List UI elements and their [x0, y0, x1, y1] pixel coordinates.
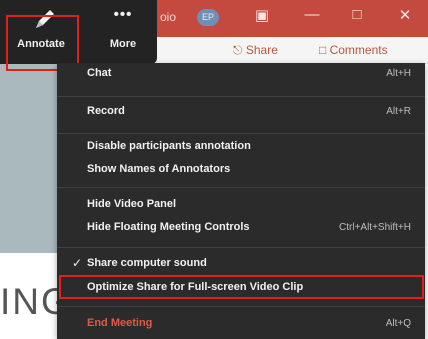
share-button[interactable]: ⎋ Share — [233, 43, 278, 58]
menu-item-shortcut: Alt+Q — [385, 318, 411, 329]
menu-item-disable-annotation[interactable]: Disable participants annotation — [57, 136, 425, 159]
menu-divider — [57, 187, 425, 188]
more-button[interactable]: ••• More — [86, 0, 160, 64]
menu-item-label: Hide Floating Meeting Controls — [87, 221, 250, 233]
more-dots-icon: ••• — [113, 6, 133, 23]
menu-divider — [57, 133, 425, 134]
more-label: More — [109, 38, 137, 50]
menu-item-record[interactable]: Record Alt+R — [57, 101, 425, 124]
menu-item-label: Chat — [87, 67, 112, 79]
user-badge: EP — [197, 9, 219, 26]
close-icon[interactable]: ✕ — [393, 6, 417, 24]
menu-item-label: End Meeting — [87, 317, 153, 329]
maximize-icon[interactable]: □ — [345, 6, 369, 23]
menu-item-hide-floating-controls[interactable]: Hide Floating Meeting Controls Ctrl+Alt+… — [57, 217, 425, 240]
optimize-highlight-box — [59, 275, 424, 299]
menu-item-chat[interactable]: Chat Alt+H — [57, 63, 425, 86]
menu-divider — [57, 96, 425, 97]
share-label: Share — [245, 43, 278, 57]
menu-item-label: Disable participants annotation — [87, 140, 251, 152]
menu-divider — [57, 247, 425, 248]
menu-item-hide-video[interactable]: Hide Video Panel — [57, 194, 425, 217]
menu-item-share-sound[interactable]: ✓ Share computer sound — [57, 253, 425, 276]
menu-item-end-meeting[interactable]: End Meeting Alt+Q — [57, 313, 425, 336]
restore-screen-icon[interactable]: ▣ — [250, 6, 274, 24]
share-icon: ⎋ — [233, 43, 243, 57]
menu-item-shortcut: Ctrl+Alt+Shift+H — [339, 222, 411, 233]
comments-button[interactable]: □ Comments — [319, 43, 388, 57]
minimize-icon[interactable]: — — [300, 6, 324, 23]
comment-icon: □ — [319, 43, 327, 57]
menu-item-label: Hide Video Panel — [87, 198, 177, 210]
window-title-fragment: oio — [160, 10, 177, 24]
menu-item-label: Share computer sound — [87, 257, 207, 269]
menu-item-show-names[interactable]: Show Names of Annotators — [57, 159, 425, 182]
menu-divider — [57, 306, 425, 307]
checkmark-icon: ✓ — [72, 256, 83, 270]
menu-item-shortcut: Alt+H — [386, 68, 411, 79]
menu-item-label: Record — [87, 105, 125, 117]
menu-item-label: Show Names of Annotators — [87, 163, 231, 175]
comments-label: Comments — [329, 43, 388, 57]
menu-item-shortcut: Alt+R — [386, 106, 411, 117]
slide-background — [0, 63, 58, 253]
